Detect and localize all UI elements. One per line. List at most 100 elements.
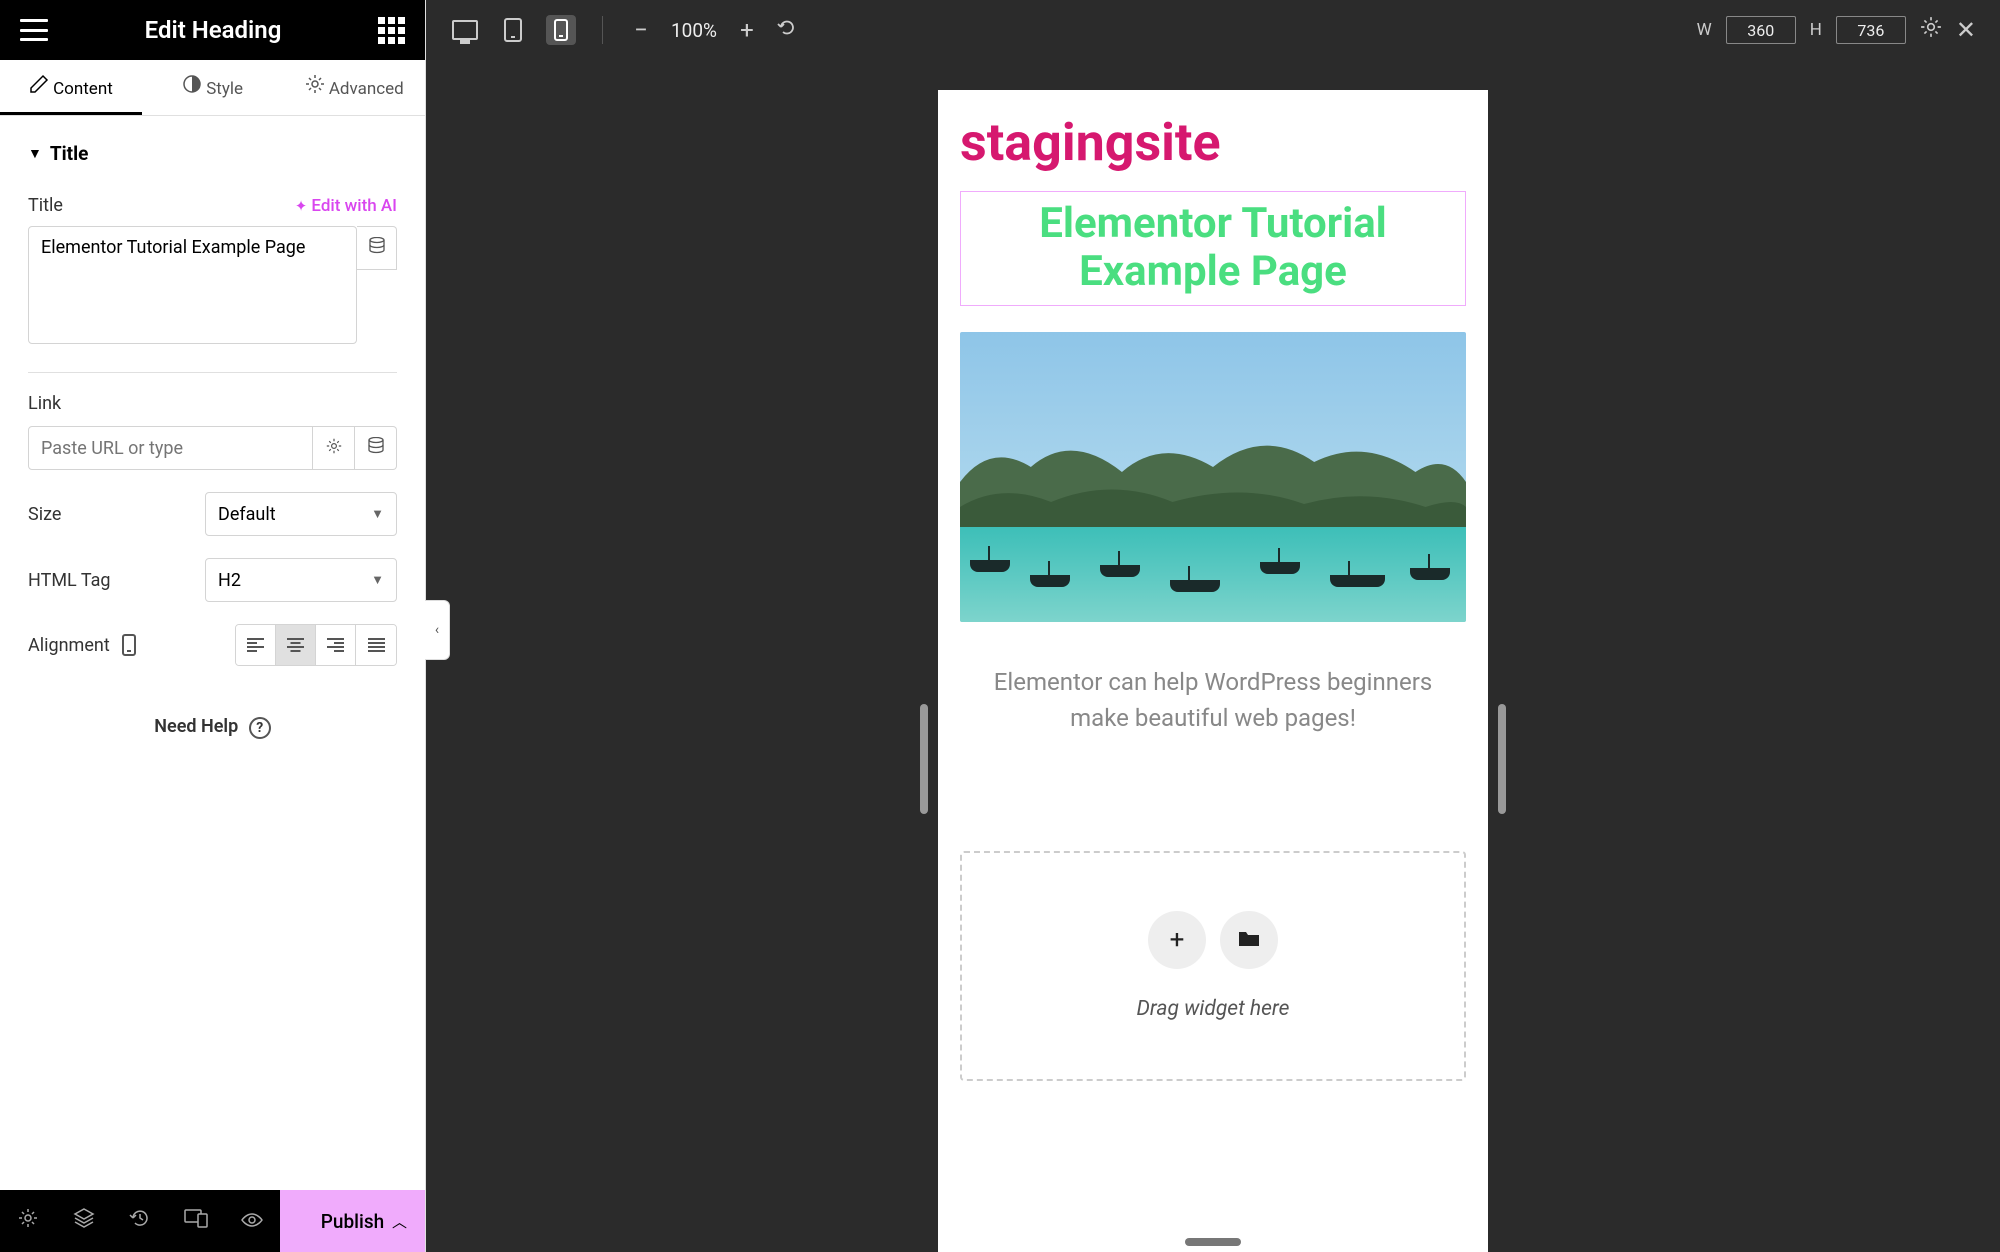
- htmltag-label: HTML Tag: [28, 570, 111, 591]
- tab-style[interactable]: Style: [142, 60, 284, 115]
- chevron-up-icon[interactable]: ︿: [392, 1211, 407, 1232]
- topbar-right: W H ✕: [1697, 16, 1976, 44]
- size-select[interactable]: Default ▼: [205, 492, 397, 536]
- preview-frame: stagingsite Elementor Tutorial Example P…: [938, 90, 1488, 1252]
- publish-button[interactable]: Publish ︿: [280, 1190, 425, 1252]
- device-mobile-button[interactable]: [546, 15, 576, 45]
- widgets-grid-icon[interactable]: [378, 17, 405, 44]
- drop-zone-text: Drag widget here: [982, 997, 1444, 1021]
- dynamic-tags-button[interactable]: [357, 226, 397, 270]
- alignment-label-text: Alignment: [28, 635, 110, 656]
- editor-main: − 100% + W H ✕: [426, 0, 2000, 1252]
- database-icon: [369, 237, 385, 260]
- settings-button[interactable]: [1920, 16, 1942, 44]
- chevron-down-icon: ▼: [371, 506, 384, 522]
- folder-icon: [1238, 925, 1260, 955]
- tab-advanced-label: Advanced: [329, 79, 404, 99]
- link-options-button[interactable]: [313, 426, 355, 470]
- add-widget-button[interactable]: +: [1148, 911, 1206, 969]
- add-template-button[interactable]: [1220, 911, 1278, 969]
- title-label: Title: [28, 195, 63, 216]
- alignment-row: Alignment: [28, 602, 397, 666]
- drop-zone-buttons: +: [982, 911, 1444, 969]
- gear-icon: [18, 1208, 38, 1234]
- tab-advanced[interactable]: Advanced: [283, 60, 425, 115]
- sidebar-footer: Publish ︿: [0, 1190, 425, 1252]
- undo-icon: [777, 18, 797, 43]
- sparkle-icon: ✦: [295, 197, 308, 215]
- database-icon: [368, 437, 384, 460]
- align-center-button[interactable]: [276, 625, 316, 665]
- width-input[interactable]: [1726, 16, 1796, 44]
- height-label: H: [1810, 20, 1822, 40]
- drop-zone[interactable]: + Drag widget here: [960, 851, 1466, 1081]
- settings-button[interactable]: [0, 1190, 56, 1252]
- minus-icon: −: [634, 16, 648, 44]
- height-input[interactable]: [1836, 16, 1906, 44]
- need-help-link[interactable]: Need Help ?: [28, 666, 397, 789]
- tab-content[interactable]: Content: [0, 60, 142, 115]
- device-tablet-button[interactable]: [498, 15, 528, 45]
- align-right-button[interactable]: [316, 625, 356, 665]
- text-widget[interactable]: Elementor can help WordPress beginners m…: [960, 664, 1466, 736]
- title-textarea[interactable]: [28, 226, 357, 344]
- reset-zoom-button[interactable]: [777, 17, 797, 43]
- tab-style-label: Style: [206, 79, 243, 99]
- align-center-icon: [287, 638, 304, 652]
- align-justify-icon: [368, 638, 385, 652]
- close-button[interactable]: ✕: [1956, 16, 1976, 44]
- devices-icon: [184, 1208, 208, 1234]
- responsive-button[interactable]: [168, 1190, 224, 1252]
- scroll-indicator-left[interactable]: [920, 704, 928, 814]
- align-left-button[interactable]: [236, 625, 276, 665]
- plus-icon: +: [740, 16, 754, 44]
- divider: [602, 16, 603, 44]
- heading-widget[interactable]: Elementor Tutorial Example Page: [960, 191, 1466, 306]
- preview-button[interactable]: [224, 1190, 280, 1252]
- chevron-down-icon: ▼: [371, 572, 384, 588]
- sidebar-header: Edit Heading: [0, 0, 425, 60]
- link-input[interactable]: [28, 426, 313, 470]
- caret-down-icon: ▼: [28, 145, 42, 162]
- close-icon: ✕: [1956, 16, 1976, 44]
- publish-label: Publish: [321, 1210, 384, 1233]
- section-toggle-title[interactable]: ▼ Title: [28, 116, 397, 179]
- width-label: W: [1697, 20, 1712, 40]
- responsive-device-icon[interactable]: [122, 634, 136, 656]
- link-input-group: [28, 426, 397, 470]
- panel-tabs: Content Style Advanced: [0, 60, 425, 116]
- help-icon: ?: [249, 717, 271, 739]
- history-icon: [129, 1207, 151, 1235]
- zoom-in-button[interactable]: +: [735, 16, 759, 44]
- history-button[interactable]: [112, 1190, 168, 1252]
- panel-title: Edit Heading: [145, 16, 282, 44]
- htmltag-select[interactable]: H2 ▼: [205, 558, 397, 602]
- help-label: Need Help: [154, 716, 238, 737]
- resize-handle[interactable]: [1185, 1238, 1241, 1246]
- navigator-button[interactable]: [56, 1190, 112, 1252]
- device-desktop-button[interactable]: [450, 15, 480, 45]
- scroll-indicator-right[interactable]: [1498, 704, 1506, 814]
- zoom-out-button[interactable]: −: [629, 16, 653, 44]
- style-icon: [182, 74, 202, 94]
- plus-icon: +: [1170, 925, 1185, 955]
- site-brand: stagingsite: [960, 112, 1466, 173]
- menu-icon[interactable]: [20, 19, 48, 41]
- link-dynamic-button[interactable]: [355, 426, 397, 470]
- pencil-icon: [29, 74, 49, 94]
- image-water: [960, 527, 1466, 622]
- edit-ai-label: Edit with AI: [311, 196, 397, 216]
- gear-icon: [326, 438, 342, 459]
- editor-sidebar: Edit Heading Content Style Advanced: [0, 0, 426, 1252]
- layers-icon: [73, 1207, 95, 1235]
- htmltag-row: HTML Tag H2 ▼: [28, 536, 397, 602]
- title-input-group: [28, 226, 397, 348]
- image-widget[interactable]: [960, 332, 1466, 622]
- size-row: Size Default ▼: [28, 470, 397, 536]
- section-title-label: Title: [50, 142, 89, 165]
- edit-with-ai-button[interactable]: ✦ Edit with AI: [295, 196, 397, 216]
- align-left-icon: [247, 638, 264, 652]
- align-justify-button[interactable]: [356, 625, 396, 665]
- alignment-buttons: [235, 624, 397, 666]
- tablet-icon: [504, 18, 522, 42]
